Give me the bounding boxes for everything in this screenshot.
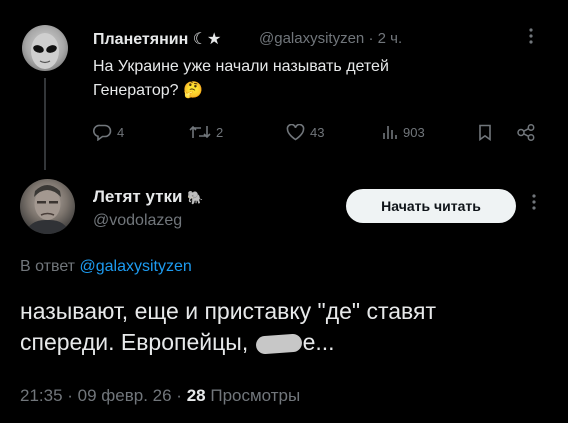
- follow-button[interactable]: Начать читать: [346, 189, 516, 223]
- retweet-count: 2: [216, 124, 224, 140]
- like-count: 43: [310, 125, 325, 140]
- alien-avatar-icon: [31, 33, 59, 69]
- tweet-text-line2-wrap: Генератор? 🤔: [93, 79, 513, 103]
- author-badge: ☾★: [192, 31, 222, 48]
- tweet-meta: 21:35 · 09 февр. 26 · 28 Просмотры: [20, 386, 300, 406]
- tweet-text: называют, еще и приставку "де" ставят сп…: [20, 296, 540, 358]
- man-portrait-avatar-icon: [25, 185, 70, 234]
- tweet-text: На Украине уже начали называть детей Ген…: [93, 55, 513, 103]
- more-options-icon[interactable]: [528, 27, 534, 50]
- views-count: 903: [403, 124, 425, 140]
- views-count: 28: [186, 386, 206, 405]
- author-handle[interactable]: @vodolazeg: [93, 212, 182, 230]
- views-label: Просмотры: [210, 386, 301, 405]
- avatar-planetyanin[interactable]: [22, 25, 68, 71]
- tweet-text-line2-after: е...: [302, 329, 335, 355]
- reply-prefix: В ответ: [20, 258, 76, 275]
- tweet-text-line2-before: спереди. Европейцы,: [20, 329, 255, 355]
- tweet-text-line2: Генератор?: [93, 82, 179, 99]
- reply-count: 4: [117, 125, 125, 140]
- tweet-text-line1: На Украине уже начали называть детей: [93, 58, 389, 75]
- post-time[interactable]: 2 ч.: [378, 30, 403, 47]
- heart-icon: [286, 124, 305, 141]
- author-name-text: Планетянин: [93, 31, 189, 48]
- retweet-button[interactable]: 2: [189, 124, 223, 140]
- thread-connector-line: [44, 78, 46, 170]
- author-handle[interactable]: @galaxysityzen: [259, 30, 364, 47]
- avatar-letyat-utki[interactable]: [20, 179, 75, 234]
- tweet-timestamp[interactable]: 21:35 · 09 февр. 26 ·: [20, 386, 182, 405]
- bookmark-icon: [479, 124, 491, 141]
- meta-separator: ·: [368, 30, 374, 47]
- author-name[interactable]: Планетянин ☾★: [93, 29, 221, 49]
- share-button[interactable]: [516, 124, 536, 141]
- author-emoji: 🐘: [187, 190, 204, 205]
- author-meta: @galaxysityzen · 2 ч.: [259, 30, 402, 47]
- views-button[interactable]: 903: [382, 124, 425, 140]
- tweet-text-line2: спереди. Европейцы, е...: [20, 327, 540, 358]
- author-name-text: Летят утки: [93, 187, 183, 206]
- share-icon: [517, 124, 535, 141]
- tweet-text-line1: называют, еще и приставку "де" ставят: [20, 298, 436, 324]
- bar-chart-icon: [383, 126, 397, 139]
- like-button[interactable]: 43: [286, 124, 324, 141]
- reply-context: В ответ @galaxysityzen: [20, 258, 192, 276]
- retweet-icon: [189, 125, 211, 139]
- bookmark-button[interactable]: [478, 124, 492, 141]
- more-options-icon[interactable]: [531, 193, 537, 216]
- thinking-emoji: 🤔: [182, 82, 203, 99]
- reply-button[interactable]: 4: [93, 124, 124, 141]
- author-name[interactable]: Летят утки 🐘: [93, 187, 203, 207]
- reply-handle-link[interactable]: @galaxysityzen: [79, 258, 191, 275]
- censor-scribble: [255, 333, 303, 355]
- reply-icon: [93, 124, 112, 141]
